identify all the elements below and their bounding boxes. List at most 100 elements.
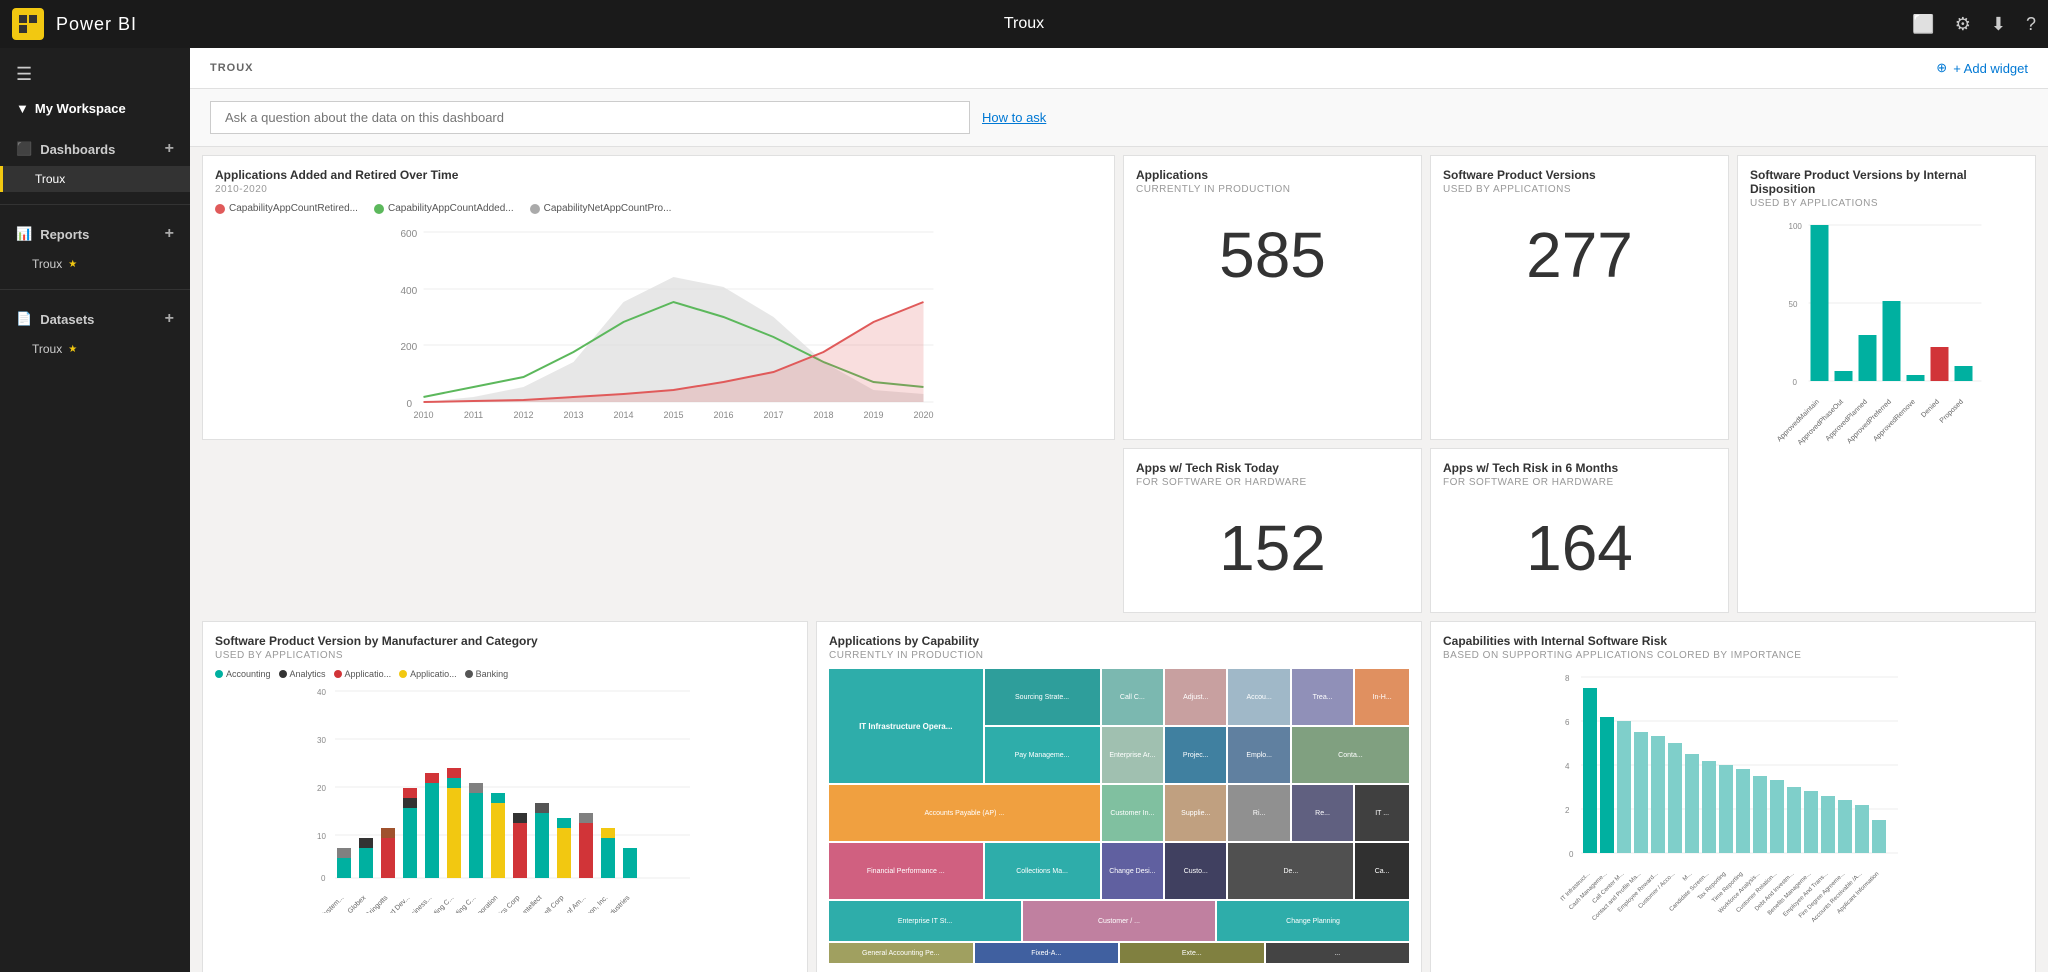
svg-text:IT Infrastruct...: IT Infrastruct...: [1560, 871, 1592, 903]
legend-item-added: CapabilityAppCountAdded...: [374, 203, 514, 214]
treemap-emplo: Emplo...: [1228, 727, 1289, 783]
treemap-conta: Conta...: [1292, 727, 1409, 783]
treemap-supplie: Supplie...: [1165, 785, 1226, 841]
treemap-gen-acc-row3: General Accounting Pe...: [829, 943, 973, 963]
svg-text:50: 50: [1789, 300, 1798, 309]
apps-over-time-title: Applications Added and Retired Over Time: [215, 168, 1102, 182]
datasets-header[interactable]: 📄 Datasets +: [0, 302, 190, 336]
workspace-toggle[interactable]: ▼ My Workspace: [0, 93, 190, 124]
software-versions-subtitle: USED BY APPLICATIONS: [1443, 184, 1716, 195]
qa-input[interactable]: [210, 101, 970, 134]
legend-accounting: Accounting: [215, 669, 271, 679]
legend-item-retired: CapabilityAppCountRetired...: [215, 203, 358, 214]
sw-versions-disposition-chart: 100 50 0: [1750, 217, 2023, 477]
treemap-sourcing: Sourcing Strate...: [985, 669, 1100, 725]
sw-manufacturer-subtitle: USED BY APPLICATIONS: [215, 650, 795, 661]
sidebar-item-troux-dashboard[interactable]: Troux: [0, 166, 190, 192]
apps-capability-subtitle: CURRENTLY IN PRODUCTION: [829, 650, 1409, 661]
treemap-customer-in: Customer In...: [1102, 785, 1163, 841]
legend-banking: Banking: [465, 669, 509, 679]
svg-text:40: 40: [317, 688, 326, 697]
dot-analytics: [279, 670, 287, 678]
svg-text:ApprovedMaintain: ApprovedMaintain: [1776, 398, 1821, 443]
sidebar-item-troux-report[interactable]: Troux ★: [0, 251, 190, 277]
hamburger-icon[interactable]: ☰: [0, 56, 190, 93]
chevron-down-icon: ▼: [16, 101, 29, 116]
download-icon[interactable]: ⬇: [1991, 14, 2006, 35]
capabilities-risk-subtitle: BASED ON SUPPORTING APPLICATIONS COLORED…: [1443, 650, 2023, 661]
reports-add-icon[interactable]: +: [165, 225, 174, 243]
datasets-label: Datasets: [40, 312, 94, 327]
svg-text:2018: 2018: [813, 410, 833, 420]
treemap-adjust: Adjust...: [1165, 669, 1226, 725]
tech-risk-today-card: Apps w/ Tech Risk Today FOR SOFTWARE OR …: [1123, 448, 1422, 613]
reports-label: Reports: [40, 227, 89, 242]
tech-risk-today-subtitle: FOR SOFTWARE OR HARDWARE: [1136, 477, 1409, 488]
capabilities-risk-title: Capabilities with Internal Software Risk: [1443, 634, 2023, 648]
fullscreen-icon[interactable]: ⬜: [1912, 14, 1934, 35]
svg-text:2: 2: [1565, 806, 1570, 815]
treemap-enterprise-ar: Enterprise Ar...: [1102, 727, 1163, 783]
tech-risk-6mo-value: 164: [1443, 496, 1716, 600]
dashboards-header[interactable]: ⬛ Dashboards +: [0, 132, 190, 166]
main-content: TROUX ⊕ + Add widget How to ask Applicat…: [190, 48, 2048, 972]
treemap-it: IT ...: [1355, 785, 1409, 841]
topbar: Power BI Troux ⬜ ⚙ ⬇ ?: [0, 0, 2048, 48]
line-chart-legend: CapabilityAppCountRetired... CapabilityA…: [215, 203, 1102, 214]
label-application2: Applicatio...: [410, 669, 457, 679]
treemap-in-h: In-H...: [1355, 669, 1409, 725]
add-widget-label: + Add widget: [1953, 61, 2028, 76]
legend-item-net: CapabilityNetAppCountPro...: [530, 203, 672, 214]
datasets-icon: 📄: [16, 311, 32, 327]
dashboards-add-icon[interactable]: +: [165, 140, 174, 158]
treemap-custo: Custo...: [1165, 843, 1226, 899]
treemap-financial: Financial Performance ...: [829, 843, 983, 899]
svg-text:Cisco System...: Cisco System...: [306, 894, 345, 913]
applications-title: Applications: [1136, 168, 1409, 182]
svg-text:200: 200: [401, 342, 418, 353]
svg-text:2017: 2017: [763, 410, 783, 420]
sw-manufacturer-title: Software Product Version by Manufacturer…: [215, 634, 795, 648]
tech-risk-today-title: Apps w/ Tech Risk Today: [1136, 461, 1409, 475]
svg-text:10: 10: [317, 832, 326, 841]
sidebar-dataset-label: Troux: [32, 342, 62, 356]
tech-risk-6mo-subtitle: FOR SOFTWARE OR HARDWARE: [1443, 477, 1716, 488]
sw-versions-disp-title: Software Product Versions by Internal Di…: [1750, 168, 2023, 196]
dot-accounting: [215, 670, 223, 678]
svg-text:Globex: Globex: [347, 894, 368, 913]
svg-text:0: 0: [407, 399, 413, 410]
app-name: Power BI: [56, 14, 1900, 35]
treemap-pay: Pay Manageme...: [985, 727, 1100, 783]
apps-over-time-subtitle: 2010-2020: [215, 184, 1102, 195]
dashboards-section: ⬛ Dashboards + Troux: [0, 124, 190, 200]
dot-application1: [334, 670, 342, 678]
how-to-ask-link[interactable]: How to ask: [982, 110, 1046, 125]
add-icon: ⊕: [1936, 60, 1947, 76]
sidebar: ☰ ▼ My Workspace ⬛ Dashboards + Troux 📊: [0, 48, 190, 972]
sw-versions-disp-subtitle: USED BY APPLICATIONS: [1750, 198, 2023, 209]
dashboards-label: Dashboards: [40, 142, 115, 157]
help-icon[interactable]: ?: [2026, 14, 2036, 35]
dashboards-icon: ⬛: [16, 141, 32, 157]
apps-by-capability-card: Applications by Capability CURRENTLY IN …: [816, 621, 1422, 972]
treemap-ri: Ri...: [1228, 785, 1289, 841]
workspace-label: My Workspace: [35, 101, 126, 116]
tech-risk-6mo-card: Apps w/ Tech Risk in 6 Months FOR SOFTWA…: [1430, 448, 1729, 613]
label-accounting: Accounting: [226, 669, 271, 679]
add-widget-button[interactable]: ⊕ + Add widget: [1936, 60, 2028, 76]
sidebar-item-troux-dataset[interactable]: Troux ★: [0, 336, 190, 362]
settings-icon[interactable]: ⚙: [1955, 14, 1971, 35]
svg-text:M...: M...: [1682, 871, 1694, 883]
legend-application1: Applicatio...: [334, 669, 392, 679]
app-logo: [12, 8, 44, 40]
reports-header[interactable]: 📊 Reports +: [0, 217, 190, 251]
treemap-projec: Projec...: [1165, 727, 1226, 783]
legend-label-retired: CapabilityAppCountRetired...: [229, 203, 358, 214]
dot-banking: [465, 670, 473, 678]
svg-text:2011: 2011: [464, 410, 483, 420]
svg-text:2013: 2013: [563, 410, 583, 420]
svg-text:2016: 2016: [713, 410, 733, 420]
treemap-change-desi: Change Desi...: [1102, 843, 1163, 899]
svg-text:8: 8: [1565, 674, 1570, 683]
datasets-add-icon[interactable]: +: [165, 310, 174, 328]
